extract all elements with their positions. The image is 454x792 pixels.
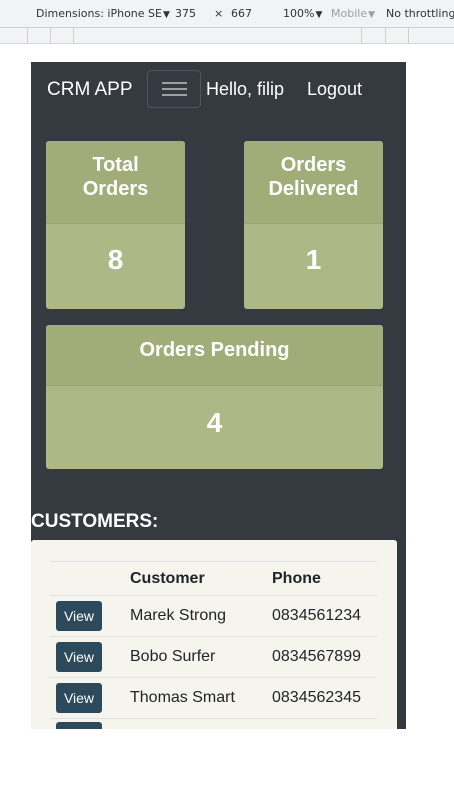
dropdown-caret-icon: ▼ [368,10,376,20]
column-header-phone: Phone [266,561,377,596]
customer-name: Marek Strong [124,595,266,637]
throttling-select[interactable]: No throttling▼ [386,7,454,20]
zoom-select[interactable]: 100%▼ [283,7,322,20]
orders-pending-card: Orders Pending 4 [46,325,383,469]
customers-heading: CUSTOMERS: [31,511,159,532]
device-mode-select[interactable]: Mobile▼ [331,7,375,20]
logout-link[interactable]: Logout [307,79,362,100]
customer-name [124,718,266,729]
view-customer-button[interactable]: View [56,642,102,672]
view-customer-button[interactable] [56,721,102,729]
table-header-row: Customer Phone [50,561,377,596]
navbar-toggler-button[interactable] [147,70,201,108]
table-row: View Bobo Surfer 0834567899 [50,636,377,678]
customer-phone: 0834567899 [266,636,377,678]
device-viewport: CRM APP Hello, filip Logout Total Orders… [31,62,406,729]
orders-delivered-title: Orders Delivered [244,141,383,224]
customer-phone: 0834561234 [266,595,377,637]
dropdown-caret-icon: ▼ [315,10,323,20]
orders-delivered-value: 1 [305,244,322,275]
table-row [50,718,377,729]
customer-phone [266,718,377,729]
customer-name: Bobo Surfer [124,636,266,678]
table-row: View Marek Strong 0834561234 [50,595,377,637]
crm-app: CRM APP Hello, filip Logout Total Orders… [31,62,406,729]
viewport-height-field[interactable]: 667 [231,7,252,20]
orders-pending-value: 4 [206,407,223,438]
column-header-action [50,561,124,596]
customers-panel: Customer Phone View Marek Strong 0834561… [31,540,397,729]
view-customer-button[interactable]: View [56,601,102,631]
total-orders-value: 8 [107,244,124,275]
customer-name: Thomas Smart [124,677,266,719]
greeting-text: Hello, filip [206,79,285,99]
orders-pending-title: Orders Pending [46,325,383,386]
device-dimensions-select[interactable]: Dimensions: iPhone SE▼ [36,7,170,20]
customers-table: Customer Phone View Marek Strong 0834561… [50,561,377,729]
table-row: View Thomas Smart 0834562345 [50,677,377,719]
orders-delivered-card: Orders Delivered 1 [244,141,383,309]
view-customer-button[interactable]: View [56,683,102,713]
dropdown-caret-icon: ▼ [162,10,170,20]
total-orders-title: Total Orders [46,141,185,224]
total-orders-card: Total Orders 8 [46,141,185,309]
dimension-times-label: × [214,7,224,20]
column-header-customer: Customer [124,561,266,596]
media-query-ruler [0,28,454,44]
customer-phone: 0834562345 [266,677,377,719]
devtools-toolbar: Dimensions: iPhone SE▼ 375 × 667 100%▼ M… [0,0,454,28]
viewport-width-field[interactable]: 375 [175,7,196,20]
navbar: CRM APP Hello, filip Logout [31,62,406,118]
navbar-brand[interactable]: CRM APP [47,79,133,101]
